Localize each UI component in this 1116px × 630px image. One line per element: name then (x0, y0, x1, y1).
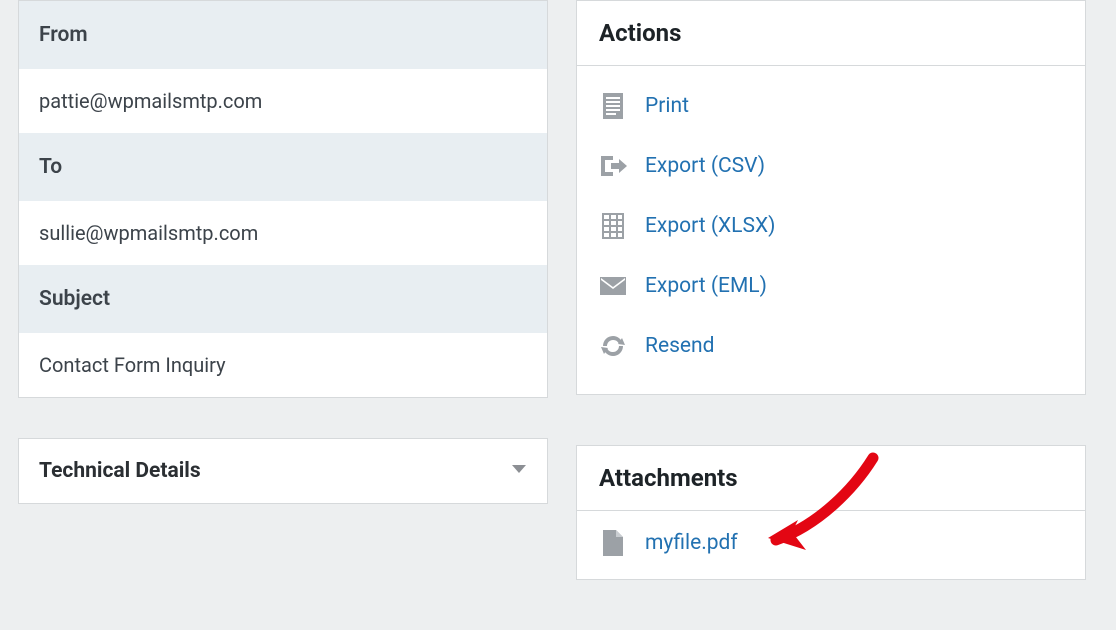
actions-header: Actions (577, 1, 1085, 66)
attachment-filename: myfile.pdf (645, 531, 738, 555)
attachments-panel: Attachments myfile.pdf (576, 445, 1086, 580)
export-icon (599, 152, 627, 180)
attachment-item[interactable]: myfile.pdf (599, 529, 1063, 557)
actions-title: Actions (599, 19, 1063, 47)
spreadsheet-icon (599, 212, 627, 240)
actions-panel: Actions Print Export (CSV) (576, 0, 1086, 395)
to-label: To (19, 133, 547, 201)
envelope-icon (599, 272, 627, 300)
chevron-down-icon (511, 463, 527, 479)
action-print-label: Print (645, 94, 689, 118)
attachments-header: Attachments (577, 446, 1085, 511)
resend-icon (599, 332, 627, 360)
action-resend[interactable]: Resend (599, 316, 1063, 376)
action-export-eml[interactable]: Export (EML) (599, 256, 1063, 316)
attachments-list: myfile.pdf (577, 511, 1085, 579)
file-icon (599, 529, 627, 557)
subject-value: Contact Form Inquiry (19, 333, 547, 397)
print-icon (599, 92, 627, 120)
action-export-csv[interactable]: Export (CSV) (599, 136, 1063, 196)
action-export-csv-label: Export (CSV) (645, 154, 765, 178)
action-resend-label: Resend (645, 334, 715, 358)
from-label: From (19, 1, 547, 69)
actions-list: Print Export (CSV) Export (XLSX) (577, 66, 1085, 394)
action-export-xlsx-label: Export (XLSX) (645, 214, 775, 238)
subject-label: Subject (19, 265, 547, 333)
attachments-title: Attachments (599, 464, 1063, 492)
technical-details-title: Technical Details (39, 459, 201, 483)
technical-details-toggle[interactable]: Technical Details (18, 438, 548, 504)
action-print[interactable]: Print (599, 76, 1063, 136)
email-details-card: From pattie@wpmailsmtp.com To sullie@wpm… (18, 0, 548, 398)
action-export-xlsx[interactable]: Export (XLSX) (599, 196, 1063, 256)
to-value: sullie@wpmailsmtp.com (19, 201, 547, 265)
from-value: pattie@wpmailsmtp.com (19, 69, 547, 133)
action-export-eml-label: Export (EML) (645, 274, 767, 298)
